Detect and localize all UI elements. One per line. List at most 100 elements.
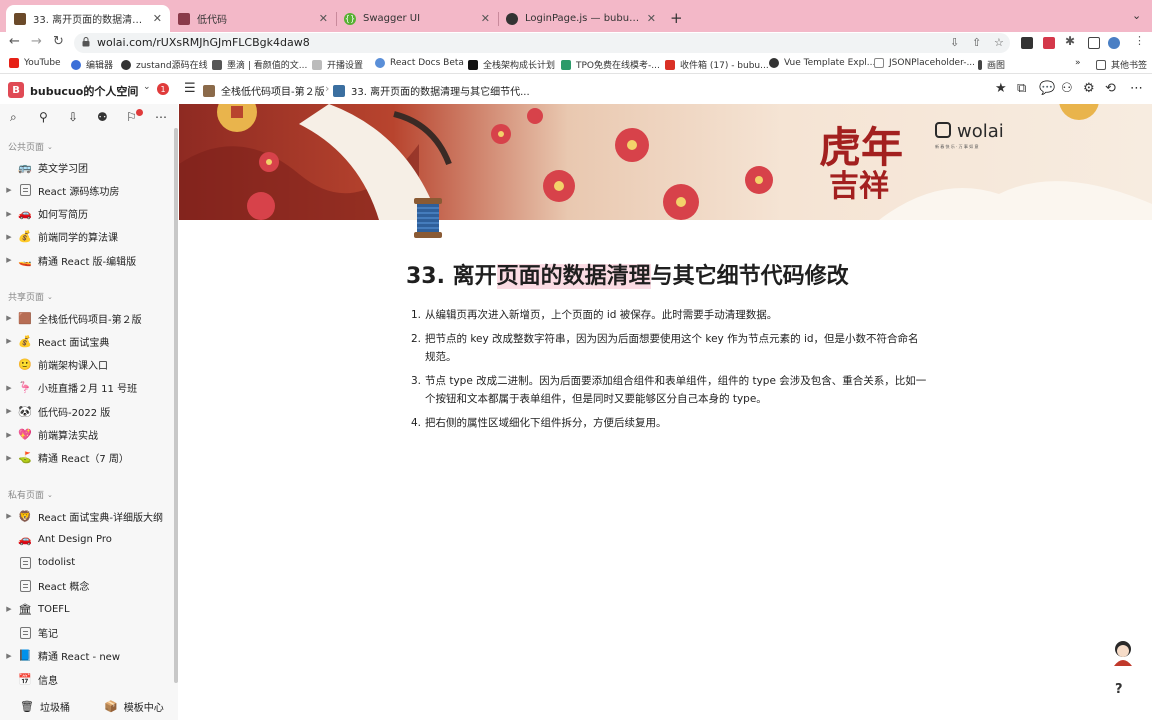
page-cover-image[interactable]: 虎年 吉祥 wolai 新 春 快 乐 · 万 事 如 意: [179, 104, 1152, 220]
address-bar[interactable]: wolai.com/rUXsRMJhGJmFLCBgk4daw8 ⇩ ⇧ ☆: [74, 33, 1010, 53]
bookmark-item[interactable]: 编辑器: [71, 58, 113, 71]
bookmark-item[interactable]: React Docs Beta: [375, 58, 464, 68]
breadcrumb-current[interactable]: 33. 离开页面的数据清理与其它细节代...: [333, 83, 530, 98]
list-item[interactable]: 3. 节点 type 改成二进制。因为后面要添加组合组件和表单组件，组件的 typ…: [407, 372, 927, 408]
chevron-right-icon[interactable]: ▶: [0, 384, 18, 392]
reload-button[interactable]: ↻: [53, 34, 64, 49]
chevron-right-icon[interactable]: ▶: [0, 256, 18, 264]
chevron-right-icon[interactable]: ▶: [0, 314, 18, 322]
collaborators-icon[interactable]: ⚙: [1083, 81, 1095, 96]
bookmark-item[interactable]: 收件箱 (17) - bubu...: [665, 58, 769, 71]
assistant-avatar[interactable]: [1112, 640, 1134, 666]
sidebar-item[interactable]: ▶ 💖 前端算法实战: [0, 425, 174, 445]
bookmark-item[interactable]: zustand源码在线: [121, 58, 208, 71]
sidebar-item[interactable]: ▶ 🦁 React 面试宝典-详细版大纲: [0, 506, 174, 526]
help-button[interactable]: ?: [1115, 682, 1123, 697]
bookmark-star-icon[interactable]: ☆: [994, 36, 1004, 49]
chevron-right-icon[interactable]: ▶: [0, 605, 18, 613]
sidebar-item[interactable]: 🚌 英文学习团: [0, 157, 174, 177]
extension-icon[interactable]: [1043, 37, 1055, 49]
sidepanel-icon[interactable]: [1088, 37, 1100, 49]
bookmark-item[interactable]: TPO免费在线模考-...: [561, 58, 660, 71]
workspace-name[interactable]: bubucuo的个人空间: [30, 83, 138, 99]
close-icon[interactable]: ✕: [481, 12, 490, 25]
chevron-down-icon[interactable]: ⌄: [143, 82, 151, 92]
download-icon[interactable]: ⇩: [950, 36, 959, 49]
close-icon[interactable]: ✕: [647, 12, 656, 25]
chevron-right-icon[interactable]: ▶: [0, 186, 18, 194]
bookmark-item[interactable]: 墨滴 | 看颜值的文...: [212, 58, 307, 71]
page-body[interactable]: 1. 从编辑页再次进入新增页，上个页面的 id 被保存。此时需要手动清理数据。 2…: [407, 306, 927, 438]
bookmarks-overflow-icon[interactable]: »: [1075, 58, 1081, 68]
bookmark-item[interactable]: JSONPlaceholder-...: [874, 58, 975, 68]
workspace-logo[interactable]: B: [8, 82, 24, 98]
section-header-shared[interactable]: 共享页面 ⌄: [8, 290, 53, 304]
sidebar-item[interactable]: React 概念: [0, 576, 174, 596]
sidebar-item[interactable]: 笔记: [0, 623, 174, 643]
bookmark-item[interactable]: YouTube: [9, 58, 61, 68]
list-item[interactable]: 2. 把节点的 key 改成整数字符串，因为因为后面想要使用这个 key 作为节点…: [407, 330, 927, 366]
page-title[interactable]: 33. 离开页面的数据清理与其它细节代码修改: [406, 258, 849, 290]
chevron-right-icon[interactable]: ▶: [0, 652, 18, 660]
sidebar-item[interactable]: ▶ React 源码练功房: [0, 180, 174, 200]
chevron-right-icon[interactable]: ▶: [0, 337, 18, 345]
other-bookmarks[interactable]: 其他书签: [1096, 58, 1147, 71]
sidebar-item[interactable]: ▶ ⛳ 精通 React（7 周）: [0, 448, 174, 468]
sidebar-item[interactable]: ▶ 🏛 TOEFL: [0, 599, 174, 619]
import-icon[interactable]: ⇩: [68, 110, 78, 124]
section-header-private[interactable]: 私有页面 ⌄: [8, 488, 53, 502]
list-item[interactable]: 4. 把右侧的属性区域细化下组件拆分，方便后续复用。: [407, 414, 927, 432]
chevron-right-icon[interactable]: ▶: [0, 407, 18, 415]
sidebar-item[interactable]: 🙂 前端架构课入口: [0, 355, 174, 375]
section-header-public[interactable]: 公共页面 ⌄: [8, 140, 53, 154]
chevron-right-icon[interactable]: ▶: [0, 210, 18, 218]
profile-avatar-icon[interactable]: [1108, 37, 1120, 49]
template-center-button[interactable]: 📦 模板中心: [104, 699, 164, 714]
chevron-right-icon[interactable]: ▶: [0, 233, 18, 241]
sidebar-item[interactable]: ▶ 💰 React 面试宝典: [0, 331, 174, 351]
inbox-icon[interactable]: ⚲: [39, 110, 48, 124]
back-button[interactable]: ←: [9, 34, 20, 49]
close-icon[interactable]: ✕: [153, 12, 162, 25]
extensions-puzzle-icon[interactable]: ✱: [1065, 34, 1075, 48]
tab-swagger[interactable]: {} Swagger UI ✕: [336, 5, 498, 32]
sidebar-item[interactable]: ▶ 🦩 小班直播２月 11 号班: [0, 378, 174, 398]
bookmark-item[interactable]: Vue Template Expl...: [769, 58, 875, 68]
sidebar-item[interactable]: ▶ 🚤 精通 React 版-编辑版: [0, 250, 174, 270]
history-icon[interactable]: ⟲: [1105, 81, 1116, 96]
tab-lowcode[interactable]: 低代码 ✕: [170, 5, 336, 32]
search-icon[interactable]: ⌕: [10, 110, 17, 125]
sidebar-item[interactable]: ▶ 🟫 全栈低代码项目-第２版: [0, 308, 174, 328]
breadcrumb-parent[interactable]: 全栈低代码项目-第２版: [203, 83, 325, 98]
sidebar-scrollbar[interactable]: [174, 128, 178, 683]
favorite-star-icon[interactable]: ★: [995, 81, 1007, 96]
copy-icon[interactable]: ⧉: [1017, 81, 1026, 96]
chevron-right-icon[interactable]: ▶: [0, 454, 18, 462]
extension-icon[interactable]: [1021, 37, 1033, 49]
more-icon[interactable]: ⋯: [1130, 81, 1143, 96]
close-icon[interactable]: ✕: [319, 12, 328, 25]
sidebar-item[interactable]: 📅 信息: [0, 669, 174, 689]
share-icon[interactable]: ⇧: [972, 36, 981, 49]
spool-icon[interactable]: [411, 196, 445, 240]
tab-github[interactable]: LoginPage.js — bubucuo/async ✕: [498, 5, 664, 32]
forward-button[interactable]: →: [31, 34, 42, 49]
share-icon[interactable]: ⚇: [1061, 81, 1073, 96]
tab-search-icon[interactable]: ⌄: [1132, 9, 1141, 22]
sidebar-item[interactable]: ▶ 🐼 低代码-2022 版: [0, 401, 174, 421]
bookmark-item[interactable]: 开播设置: [312, 58, 363, 71]
sidebar-item[interactable]: ▶ 🚗 如何写简历: [0, 204, 174, 224]
sidebar-item[interactable]: todolist: [0, 553, 174, 573]
more-menu-icon[interactable]: ⋮: [1134, 34, 1145, 47]
more-icon[interactable]: ⋯: [155, 110, 167, 124]
sidebar-item[interactable]: ▶ 📘 精通 React - new: [0, 646, 174, 666]
members-icon[interactable]: ⚉: [97, 110, 108, 124]
comment-icon[interactable]: 💬: [1039, 81, 1055, 96]
bookmark-item[interactable]: 画图: [978, 58, 1005, 71]
sidebar-item[interactable]: ▶ 💰 前端同学的算法课: [0, 227, 174, 247]
notification-badge[interactable]: 1: [157, 83, 169, 95]
tab-current-page[interactable]: 33. 离开页面的数据清理与其它细节代码修改 ✕: [6, 5, 170, 32]
bookmark-item[interactable]: 全栈架构成长计划: [468, 58, 555, 71]
trash-button[interactable]: 🗑 垃圾桶: [20, 699, 70, 714]
list-item[interactable]: 1. 从编辑页再次进入新增页，上个页面的 id 被保存。此时需要手动清理数据。: [407, 306, 927, 324]
